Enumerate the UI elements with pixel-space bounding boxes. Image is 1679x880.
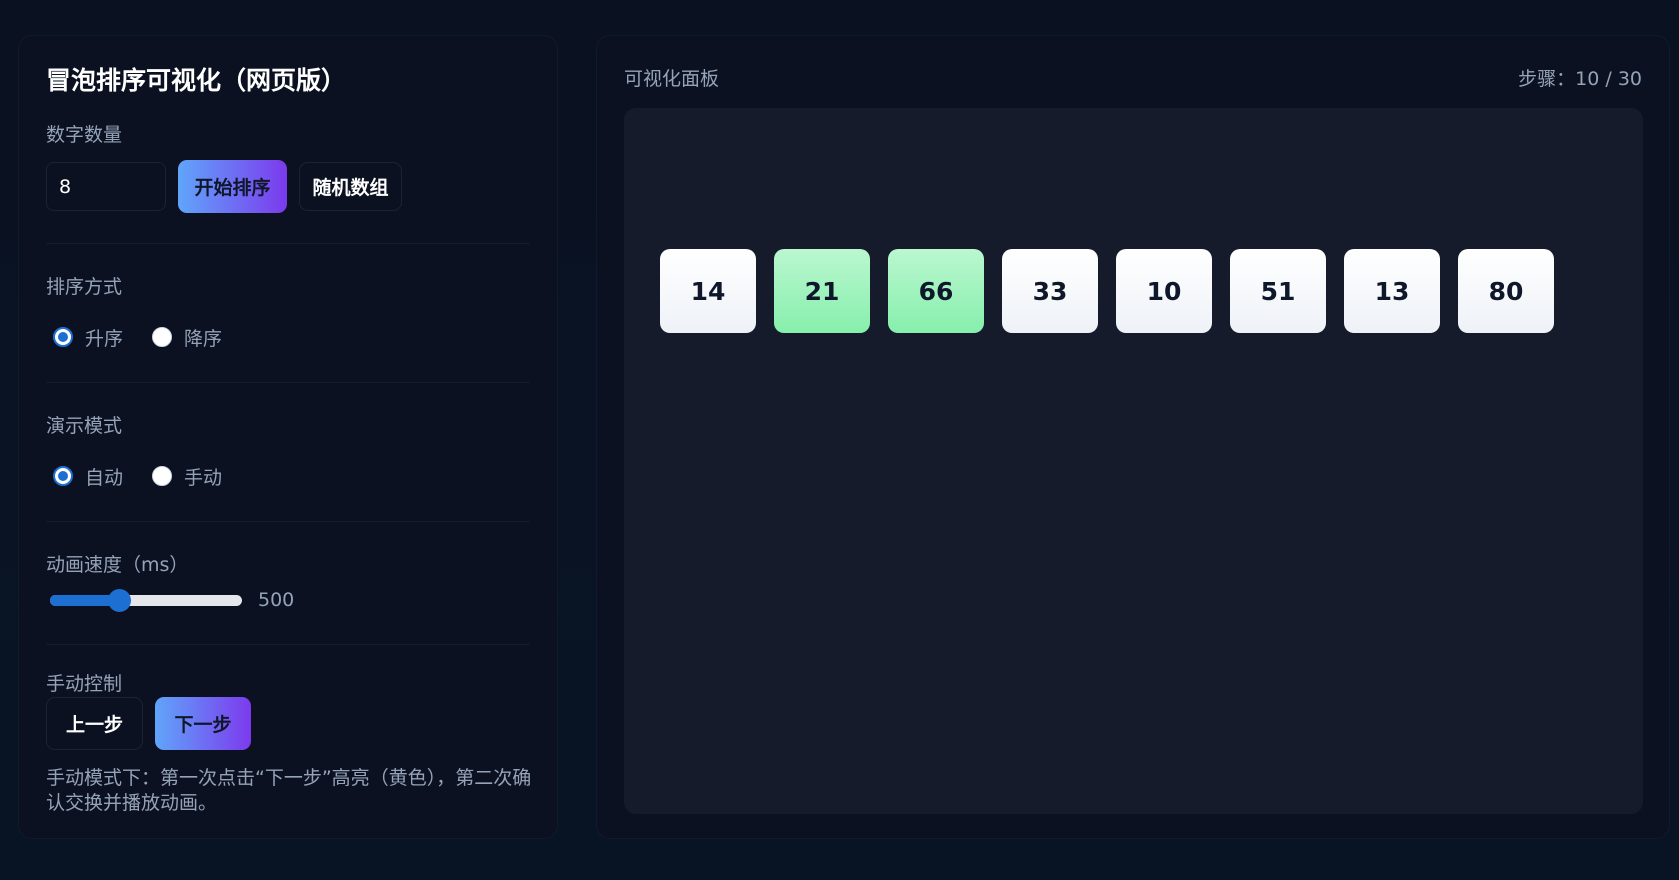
speed-value: 500 (258, 589, 295, 611)
control-panel: 冒泡排序可视化（网页版） 数字数量 开始排序 随机数组 排序方式 升序 降序 演… (18, 35, 558, 839)
number-card: 13 (1344, 249, 1440, 333)
order-radio-group: 升序 降序 (46, 322, 530, 352)
order-label: 排序方式 (46, 276, 123, 298)
visualization-area: 14 21 66 33 10 51 13 80 (624, 108, 1643, 814)
radio-manual-label: 手动 (184, 466, 223, 489)
radio-auto-circle[interactable] (53, 466, 73, 486)
number-card: 14 (660, 249, 756, 333)
divider (46, 243, 530, 244)
number-card: 33 (1002, 249, 1098, 333)
page-title: 冒泡排序可视化（网页版） (46, 66, 347, 95)
radio-auto[interactable]: 自动 (46, 463, 123, 490)
number-card: 21 (774, 249, 870, 333)
mode-radio-group: 自动 手动 (46, 461, 530, 491)
number-card: 51 (1230, 249, 1326, 333)
manual-control-label: 手动控制 (46, 673, 123, 695)
manual-buttons-row: 上一步 下一步 (46, 697, 530, 750)
count-row: 开始排序 随机数组 (46, 160, 530, 213)
radio-manual-circle[interactable] (152, 466, 173, 486)
speed-label: 动画速度（ms） (46, 554, 189, 576)
speed-slider[interactable] (50, 588, 242, 612)
radio-descending-label: 降序 (184, 327, 223, 350)
random-array-button[interactable]: 随机数组 (299, 162, 402, 211)
visualization-title: 可视化面板 (624, 68, 720, 90)
divider (46, 521, 530, 522)
radio-manual[interactable]: 手动 (145, 463, 222, 490)
radio-ascending[interactable]: 升序 (46, 324, 123, 351)
page: 冒泡排序可视化（网页版） 数字数量 开始排序 随机数组 排序方式 升序 降序 演… (0, 0, 1679, 880)
radio-descending-circle[interactable] (152, 327, 173, 347)
visualization-header: 可视化面板 步骤：10 / 30 (624, 64, 1642, 94)
radio-auto-label: 自动 (85, 466, 124, 489)
card-row: 14 21 66 33 10 51 13 80 (660, 249, 1554, 333)
divider (46, 644, 530, 645)
speed-slider-row: 500 (46, 582, 530, 618)
next-step-button[interactable]: 下一步 (155, 697, 251, 750)
number-card: 10 (1116, 249, 1212, 333)
radio-ascending-circle[interactable] (53, 327, 73, 347)
count-label: 数字数量 (46, 124, 123, 146)
speed-slider-thumb[interactable] (108, 588, 132, 612)
radio-ascending-label: 升序 (85, 327, 124, 350)
step-counter: 步骤：10 / 30 (1518, 68, 1642, 90)
mode-label: 演示模式 (46, 415, 123, 437)
help-text: 手动模式下：第一次点击“下一步”高亮（黄色），第二次确认交换并播放动画。 (46, 767, 532, 814)
number-card: 66 (888, 249, 984, 333)
divider (46, 382, 530, 383)
number-card: 80 (1458, 249, 1554, 333)
start-sort-button[interactable]: 开始排序 (178, 160, 287, 213)
prev-step-button[interactable]: 上一步 (46, 697, 143, 750)
count-input[interactable] (46, 162, 166, 211)
visualization-panel: 可视化面板 步骤：10 / 30 14 21 66 33 10 51 13 80 (596, 35, 1670, 839)
radio-descending[interactable]: 降序 (145, 324, 222, 351)
